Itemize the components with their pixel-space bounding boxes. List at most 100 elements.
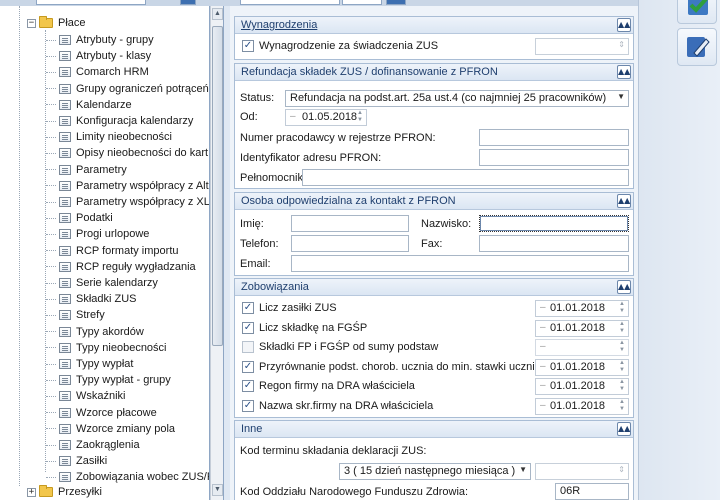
tree-item[interactable]: Zaokrąglenia: [46, 437, 140, 453]
date-spinner-icon[interactable]: ▲ ▼: [356, 110, 364, 124]
top-field-1[interactable]: [240, 0, 340, 5]
zobowiazanie-checkbox[interactable]: ✓: [242, 380, 254, 392]
scroll-down-icon[interactable]: ▼: [212, 484, 223, 496]
tree-item[interactable]: Zobowiązania wobec ZUS/P...: [46, 469, 209, 485]
zobowiazanie-checkbox[interactable]: ✓: [242, 321, 254, 334]
scroll-thumb[interactable]: [212, 26, 223, 346]
zobowiazanie-date-field[interactable]: –01.01.2018 ▲ ▼: [535, 300, 629, 317]
tree-item[interactable]: Typy akordów: [46, 324, 144, 340]
tree-item[interactable]: Typy nieobecności: [46, 340, 167, 356]
expand-icon[interactable]: +: [27, 487, 36, 497]
date-spinner-icon[interactable]: ▲ ▼: [618, 360, 626, 374]
tree-item[interactable]: Parametry współpracy z XL: [46, 194, 209, 210]
section-osoba-kontakt: Osoba odpowiedzialna za kontakt z PFRON …: [234, 192, 634, 276]
date-spinner-icon[interactable]: ▲ ▼: [618, 340, 626, 354]
date-dash: –: [540, 341, 546, 352]
tree-item[interactable]: Typy wypłat: [46, 356, 133, 372]
tree-item[interactable]: Opisy nieobecności do kart ...: [46, 145, 209, 161]
zobowiazanie-checkbox[interactable]: ✓: [242, 302, 254, 314]
nfz-input[interactable]: 06R: [555, 483, 629, 500]
tree-item[interactable]: Zasiłki: [46, 453, 107, 469]
zobowiazanie-date-field[interactable]: –01.01.2018 ▲ ▼: [535, 397, 629, 415]
date-spinner-icon[interactable]: ▲ ▼: [618, 399, 626, 413]
tree-item[interactable]: Atrybuty - grupy: [46, 32, 154, 48]
tree-item[interactable]: Wzorce zmiany pola: [46, 421, 175, 437]
tree-connector: [46, 169, 56, 171]
wynagrodzenie-zus-checkbox[interactable]: ✓: [242, 40, 254, 52]
tree-connector: [46, 347, 56, 349]
tree-item[interactable]: Comarch HRM: [46, 64, 149, 80]
zobowiazanie-label: Licz składkę na FGŚP: [259, 321, 368, 334]
tree-scrollbar[interactable]: ▲ ▼: [210, 6, 224, 500]
tree-item[interactable]: Atrybuty - klasy: [46, 48, 151, 64]
imie-input[interactable]: [291, 215, 409, 232]
top-search-field[interactable]: [36, 0, 146, 5]
telefon-input[interactable]: [291, 235, 409, 252]
collapse-section-icon[interactable]: ▲▲: [617, 280, 631, 294]
tree-item[interactable]: Limity nieobecności: [46, 129, 172, 145]
section-header[interactable]: Osoba odpowiedzialna za kontakt z PFRON …: [235, 193, 633, 210]
top-search-button[interactable]: [180, 0, 196, 5]
zobowiazanie-date-value: 01.01.2018: [550, 321, 606, 334]
section-header[interactable]: Refundacja składek ZUS / dofinansowanie …: [235, 64, 633, 81]
tree-item[interactable]: Grupy ograniczeń potrąceń: [46, 81, 209, 97]
section-header[interactable]: Wynagrodzenia ▲▲: [235, 17, 633, 34]
nazwisko-input[interactable]: [479, 215, 629, 232]
nfz-label: Kod Oddziału Narodowego Funduszu Zdrowia…: [240, 486, 469, 498]
save-check-icon: [688, 0, 708, 15]
kod-terminu-select[interactable]: 3 ( 15 dzień następnego miesiąca ) ▼: [339, 463, 531, 480]
tree-item-label: Parametry: [76, 163, 127, 176]
collapse-section-icon[interactable]: ▲▲: [617, 65, 631, 79]
section-header[interactable]: Inne ▲▲: [235, 421, 633, 438]
tree-item[interactable]: Typy wypłat - grupy: [46, 372, 171, 388]
date-spinner-icon[interactable]: ▲ ▼: [618, 321, 626, 335]
section-header[interactable]: Zobowiązania ▲▲: [235, 279, 633, 296]
pelnomocnik-input[interactable]: [302, 169, 629, 186]
date-dash: –: [540, 380, 546, 391]
od-date-field[interactable]: – 01.05.2018 ▲ ▼: [285, 109, 367, 126]
kod-terminu-extra-select[interactable]: ⇕: [535, 463, 629, 480]
tree-item[interactable]: Parametry: [46, 162, 127, 178]
settings-page-icon: [59, 35, 71, 45]
tree-item[interactable]: Strefy: [46, 307, 105, 323]
zobowiazanie-date-field[interactable]: –01.01.2018 ▲ ▼: [535, 319, 629, 337]
tree-item[interactable]: Parametry współpracy z Altum: [46, 178, 209, 194]
zobowiazanie-date-field[interactable]: –01.01.2018 ▲ ▼: [535, 358, 629, 376]
email-input[interactable]: [291, 255, 629, 272]
identyfikator-input[interactable]: [479, 149, 629, 166]
tree-item-label: Typy akordów: [76, 325, 144, 338]
tree-item[interactable]: Konfiguracja kalendarzy: [46, 113, 193, 129]
fax-input[interactable]: [479, 235, 629, 252]
tree-node-przesylki[interactable]: + Przesyłki: [27, 484, 102, 500]
tree-node-label: Płace: [58, 17, 86, 29]
zobowiazanie-date-field[interactable]: –01.01.2018 ▲ ▼: [535, 378, 629, 395]
edit-button[interactable]: [677, 28, 717, 66]
date-spinner-icon[interactable]: ▲ ▼: [618, 301, 626, 315]
tree-item[interactable]: Wzorce płacowe: [46, 405, 157, 421]
tree-item[interactable]: Wskaźniki: [46, 388, 126, 404]
collapse-section-icon[interactable]: ▲▲: [617, 194, 631, 208]
tree-item[interactable]: Podatki: [46, 210, 113, 226]
wynagrodzenie-zus-select[interactable]: ⇕: [535, 38, 629, 55]
tree-item[interactable]: Kalendarze: [46, 97, 132, 113]
tree-item[interactable]: RCP formaty importu: [46, 243, 179, 259]
zobowiazanie-checkbox[interactable]: ✓: [242, 399, 254, 412]
save-button[interactable]: [677, 0, 717, 24]
tree-item[interactable]: RCP reguły wygładzania: [46, 259, 196, 275]
tree-node-place[interactable]: − Płace: [27, 15, 86, 31]
tree-item[interactable]: Serie kalendarzy: [46, 275, 158, 291]
scroll-up-icon[interactable]: ▲: [212, 8, 223, 20]
nr-pracodawcy-input[interactable]: [479, 129, 629, 146]
date-spinner-icon[interactable]: ▲ ▼: [618, 379, 626, 393]
top-field-2[interactable]: [342, 0, 382, 5]
collapse-section-icon[interactable]: ▲▲: [617, 18, 631, 32]
zobowiazanie-checkbox[interactable]: ✓: [242, 360, 254, 373]
collapse-icon[interactable]: −: [27, 18, 36, 28]
tree-item[interactable]: Składki ZUS: [46, 291, 137, 307]
status-select[interactable]: Refundacja na podst.art. 25a ust.4 (co n…: [285, 90, 629, 107]
collapse-section-icon[interactable]: ▲▲: [617, 422, 631, 436]
tree-item[interactable]: Progi urlopowe: [46, 226, 149, 242]
top-button[interactable]: [386, 0, 406, 5]
zobowiazanie-date-field[interactable]: – ▲ ▼: [535, 339, 629, 356]
zobowiazanie-checkbox[interactable]: [242, 341, 254, 353]
